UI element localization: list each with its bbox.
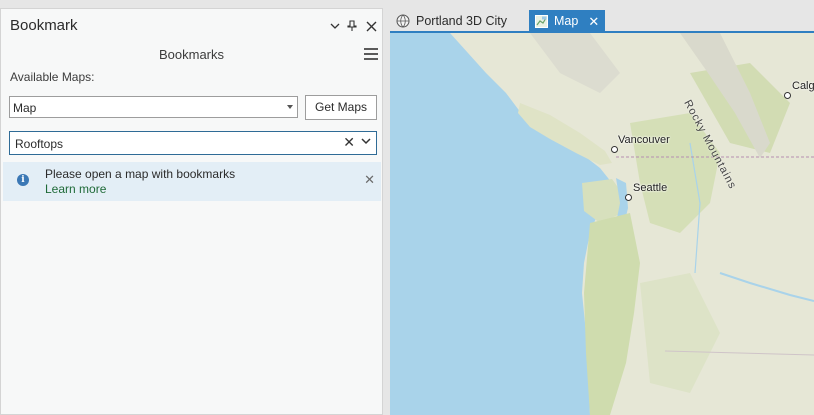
map-label-seattle: Seattle: [633, 182, 668, 194]
pane-options-chevron-icon[interactable]: [327, 18, 343, 34]
available-maps-label: Available Maps:: [10, 70, 95, 84]
bookmark-combobox[interactable]: Rooftops ✕: [9, 131, 377, 155]
close-tab-icon[interactable]: ✕: [588, 15, 599, 28]
get-maps-button[interactable]: Get Maps: [305, 95, 377, 120]
tab-portland-3d-city[interactable]: Portland 3D City: [392, 10, 520, 32]
info-icon: i: [17, 174, 29, 186]
map-icon: [535, 14, 548, 28]
bookmark-pane: Bookmark Bookmarks Available Maps:: [0, 8, 383, 415]
bookmark-combo-value: Rooftops: [15, 137, 64, 151]
city-marker-seattle: [625, 194, 632, 201]
map-label-vancouver: Vancouver: [618, 134, 670, 146]
message-text: Please open a map with bookmarks: [45, 167, 236, 181]
tab-label: Portland 3D City: [416, 14, 508, 28]
basemap: [390, 33, 814, 415]
tab-label: Map: [554, 14, 579, 28]
tab-map[interactable]: Map ✕: [529, 10, 605, 32]
menu-icon[interactable]: [364, 47, 378, 61]
clear-icon[interactable]: ✕: [343, 135, 355, 149]
city-marker-calgary: [784, 92, 791, 99]
city-marker-vancouver: [611, 146, 618, 153]
chevron-down-icon[interactable]: [361, 136, 371, 146]
view-tab-strip: Portland 3D City Map ✕: [384, 8, 814, 32]
bookmarks-heading: Bookmarks: [158, 47, 225, 62]
globe-icon: [396, 14, 410, 28]
learn-more-link[interactable]: Learn more: [45, 182, 106, 196]
map-select[interactable]: Map: [9, 96, 298, 118]
map-view[interactable]: [390, 33, 814, 415]
map-select-value: Map: [13, 101, 37, 115]
info-message-bar: i Please open a map with bookmarks Learn…: [3, 162, 381, 201]
pane-title: Bookmark: [10, 17, 78, 34]
close-pane-icon[interactable]: [363, 18, 379, 34]
dropdown-arrow-icon: [287, 105, 293, 109]
map-label-calgary: Calg: [792, 80, 814, 92]
dismiss-message-icon[interactable]: ✕: [364, 173, 375, 186]
pin-icon[interactable]: [344, 18, 360, 34]
